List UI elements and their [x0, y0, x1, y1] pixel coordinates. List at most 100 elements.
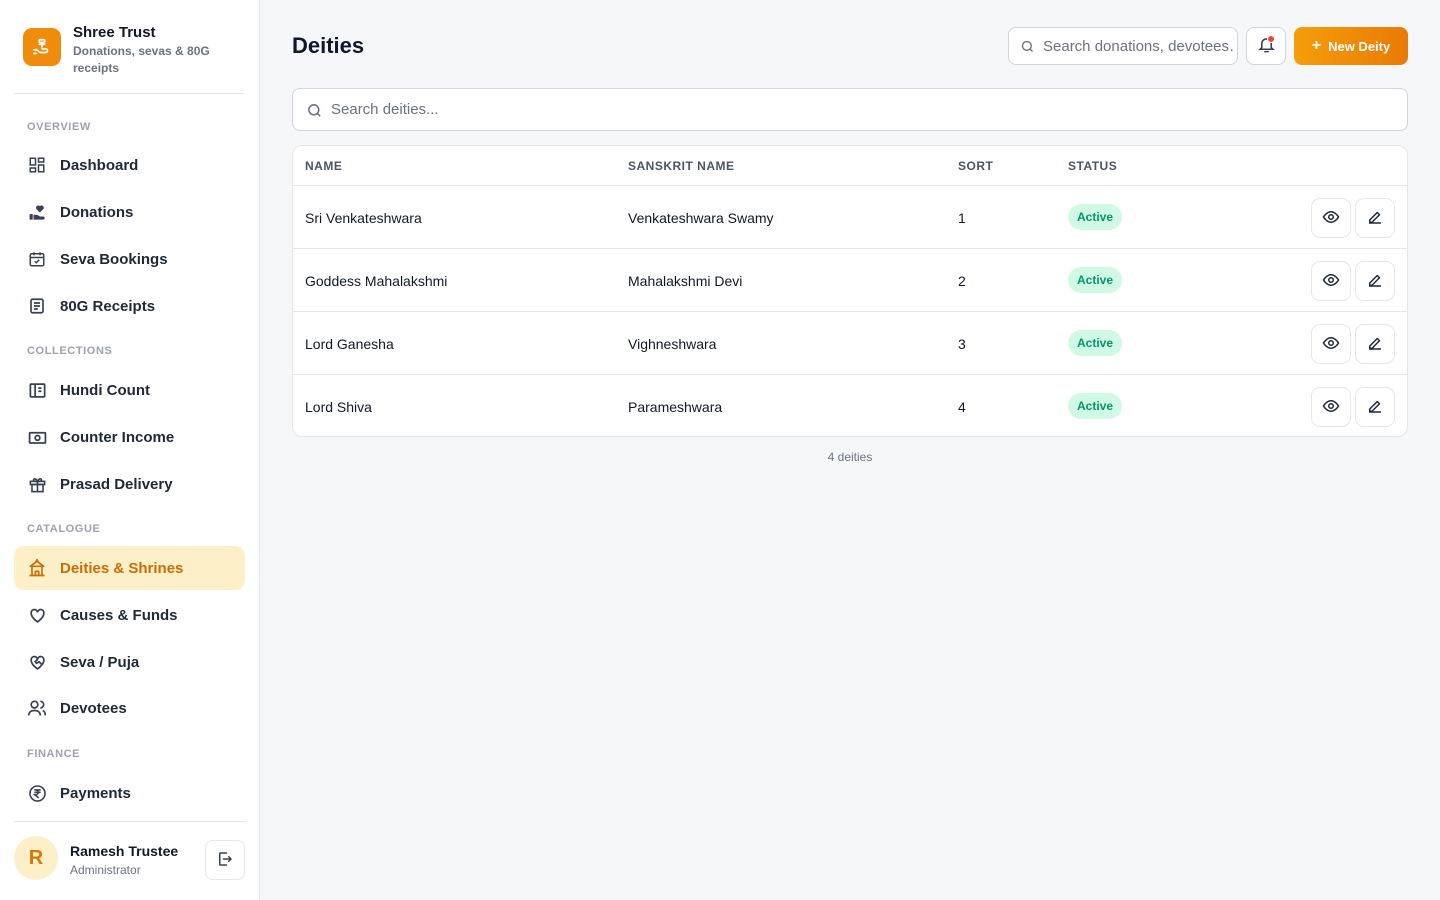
sidebar-item-label: Devotees [60, 699, 127, 717]
deity-name: Sri Venkateshwara [305, 210, 422, 226]
plus-icon: + [1311, 37, 1322, 54]
sidebar-item-prasad-delivery[interactable]: Prasad Delivery [14, 462, 245, 506]
sidebar-item-label: Payments [60, 784, 131, 802]
sidebar-item-deities-shrines[interactable]: Deities & Shrines [14, 546, 245, 590]
sidebar-item-label: Dashboard [60, 156, 139, 174]
pencil-icon [1366, 271, 1384, 292]
notification-dot [1267, 35, 1275, 43]
deity-name: Goddess Mahalakshmi [305, 273, 448, 289]
sidebar-item-label: Seva Bookings [60, 250, 168, 268]
brand: Shree Trust Donations, sevas & 80G recei… [14, 14, 244, 94]
sort-order: 3 [958, 336, 966, 352]
global-search-input[interactable] [1043, 28, 1233, 64]
cash-icon [27, 427, 47, 447]
gift-icon [27, 474, 47, 494]
hundi-icon [27, 380, 47, 400]
view-button[interactable] [1311, 261, 1351, 301]
table-row[interactable]: Sri Venkateshwara Venkateshwara Swamy 1 … [293, 186, 1407, 249]
brand-logo-icon [23, 28, 61, 66]
column-header-name[interactable]: NAME [305, 159, 342, 173]
sidebar-item-hundi-count[interactable]: Hundi Count [14, 368, 245, 412]
pencil-icon [1366, 334, 1384, 355]
sidebar-item-80g-receipts[interactable]: 80G Receipts [14, 284, 245, 328]
sidebar-item-label: Seva / Puja [60, 653, 140, 671]
new-deity-button[interactable]: + New Deity [1294, 27, 1408, 65]
dashboard-icon [27, 155, 47, 175]
sidebar: Shree Trust Donations, sevas & 80G recei… [0, 0, 260, 900]
table-row[interactable]: Goddess Mahalakshmi Mahalakshmi Devi 2 A… [293, 249, 1407, 312]
section-label-overview: OVERVIEW [27, 121, 91, 133]
sidebar-item-label: Donations [60, 203, 134, 221]
deity-name: Lord Ganesha [305, 336, 394, 352]
sidebar-item-causes-funds[interactable]: Causes & Funds [14, 593, 245, 637]
edit-button[interactable] [1355, 198, 1395, 238]
edit-button[interactable] [1355, 387, 1395, 427]
view-button[interactable] [1311, 387, 1351, 427]
deity-search-input[interactable] [331, 89, 1391, 130]
sanskrit-name: Parameshwara [628, 399, 723, 415]
search-icon [306, 102, 323, 124]
table-row[interactable]: Lord Ganesha Vighneshwara 3 Active [293, 312, 1407, 375]
sidebar-item-devotees[interactable]: Devotees [14, 686, 245, 730]
section-label-collections: COLLECTIONS [27, 345, 113, 357]
deity-name: Lord Shiva [305, 399, 372, 415]
search-icon [1020, 39, 1035, 59]
status-badge: Active [1068, 204, 1123, 230]
global-search[interactable] [1008, 27, 1238, 65]
sanskrit-name: Venkateshwara Swamy [628, 210, 774, 226]
sidebar-item-label: 80G Receipts [60, 297, 156, 315]
sort-order: 2 [958, 273, 966, 289]
table-row[interactable]: Lord Shiva Parameshwara 4 Active [293, 375, 1407, 436]
sidebar-item-dashboard[interactable]: Dashboard [14, 143, 245, 187]
view-button[interactable] [1311, 198, 1351, 238]
heart-handshake-icon [27, 652, 47, 672]
section-label-finance: FINANCE [27, 748, 81, 760]
column-header-status[interactable]: STATUS [1068, 159, 1117, 173]
status-badge: Active [1068, 330, 1123, 356]
table-header: NAME SANSKRIT NAME SORT STATUS [293, 146, 1407, 186]
section-label-catalogue: CATALOGUE [27, 523, 101, 535]
heart-icon [27, 605, 47, 625]
sidebar-item-label: Counter Income [60, 428, 175, 446]
logout-button[interactable] [205, 840, 245, 880]
view-button[interactable] [1311, 324, 1351, 364]
sidebar-item-payments[interactable]: Payments [14, 771, 245, 815]
logout-icon [216, 850, 234, 871]
brand-subtitle: Donations, sevas & 80G receipts [73, 44, 210, 75]
user-role: Administrator [70, 863, 141, 877]
deity-search[interactable] [292, 88, 1408, 131]
sanskrit-name: Mahalakshmi Devi [628, 273, 743, 289]
new-deity-label: New Deity [1328, 38, 1391, 54]
edit-button[interactable] [1355, 261, 1395, 301]
sidebar-item-seva-bookings[interactable]: Seva Bookings [14, 237, 245, 281]
brand-name: Shree Trust [73, 24, 156, 41]
column-header-sanskrit-name[interactable]: SANSKRIT NAME [628, 159, 735, 173]
sidebar-item-donations[interactable]: Donations [14, 190, 245, 234]
eye-icon [1322, 397, 1340, 418]
sanskrit-name: Vighneshwara [628, 336, 717, 352]
temple-icon [27, 558, 47, 578]
avatar: R [14, 836, 58, 880]
notifications-button[interactable] [1246, 27, 1286, 65]
deities-table: NAME SANSKRIT NAME SORT STATUS Sri Venka… [292, 145, 1408, 437]
column-header-sort[interactable]: SORT [958, 159, 993, 173]
sidebar-item-seva-puja[interactable]: Seva / Puja [14, 640, 245, 684]
sidebar-item-label: Causes & Funds [60, 606, 178, 624]
edit-button[interactable] [1355, 324, 1395, 364]
eye-icon [1322, 334, 1340, 355]
sort-order: 4 [958, 399, 966, 415]
sort-order: 1 [958, 210, 966, 226]
receipt-icon [27, 296, 47, 316]
deity-count: 4 deities [827, 450, 873, 464]
status-badge: Active [1068, 267, 1123, 293]
sidebar-item-label: Prasad Delivery [60, 475, 173, 493]
user-profile: R Ramesh Trustee Administrator [14, 821, 245, 900]
status-badge: Active [1068, 393, 1123, 419]
sidebar-item-label: Deities & Shrines [60, 559, 184, 577]
sidebar-item-counter-income[interactable]: Counter Income [14, 415, 245, 459]
page-title: Deities [292, 33, 365, 58]
sidebar-item-label: Hundi Count [60, 381, 150, 399]
pencil-icon [1366, 397, 1384, 418]
eye-icon [1322, 208, 1340, 229]
users-icon [27, 698, 47, 718]
